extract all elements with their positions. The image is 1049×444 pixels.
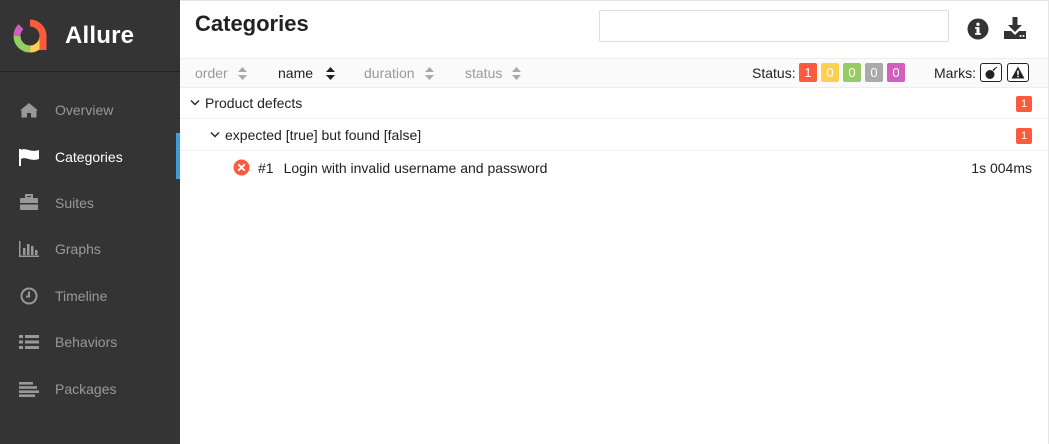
sidebar-nav: Overview Categories Suites Graphs Timeli… — [0, 87, 180, 412]
flag-icon — [17, 147, 41, 167]
test-case-name: Login with invalid username and password — [283, 159, 548, 176]
list-icon — [17, 332, 41, 352]
sort-by-name[interactable]: name — [278, 59, 336, 87]
sidebar-item-label: Packages — [55, 380, 117, 397]
sidebar: Allure Overview Categories Suites Graphs — [0, 0, 180, 444]
sidebar-item-label: Suites — [55, 194, 94, 211]
sort-arrows-icon — [237, 66, 247, 80]
test-case-number: #1 — [258, 159, 274, 176]
subcategory-label: expected [true] but found [false] — [225, 127, 422, 143]
failed-count-badge: 1 — [1016, 128, 1032, 144]
failed-count-badge: 1 — [1016, 96, 1032, 112]
status-skipped-badge[interactable]: 0 — [865, 63, 883, 82]
sort-by-order[interactable]: order — [195, 59, 247, 87]
sort-arrows-icon — [326, 66, 336, 80]
subcategory-row[interactable]: expected [true] but found [false] 1 — [180, 120, 1048, 151]
sidebar-item-label: Graphs — [55, 241, 101, 258]
sort-by-status[interactable]: status — [465, 59, 522, 87]
sidebar-item-categories[interactable]: Categories — [0, 133, 180, 180]
sort-toolbar: order name duration status Status: 1 0 0… — [180, 58, 1048, 88]
sidebar-item-timeline[interactable]: Timeline — [0, 273, 180, 319]
brand[interactable]: Allure — [0, 0, 180, 72]
sort-by-duration[interactable]: duration — [364, 59, 434, 87]
allure-logo-icon — [13, 19, 47, 52]
page-title: Categories — [195, 11, 309, 36]
flaky-bomb-icon[interactable] — [980, 63, 1002, 82]
sort-label: duration — [364, 65, 415, 81]
sort-arrows-icon — [512, 66, 522, 80]
sidebar-item-overview[interactable]: Overview — [0, 87, 180, 133]
chevron-down-icon — [210, 132, 220, 138]
sort-label: status — [465, 65, 503, 81]
search-input[interactable] — [599, 10, 949, 42]
sidebar-item-label: Behaviors — [55, 334, 118, 351]
marks-label: Marks: — [934, 65, 976, 81]
status-failed-badge[interactable]: 1 — [799, 63, 817, 82]
status-filter-label: Status: — [752, 65, 796, 81]
failed-status-icon — [233, 159, 250, 176]
warning-triangle-icon[interactable] — [1007, 63, 1029, 82]
sidebar-item-label: Timeline — [55, 287, 108, 304]
status-unknown-badge[interactable]: 0 — [887, 63, 905, 82]
bar-chart-icon — [17, 239, 41, 259]
category-row-product-defects[interactable]: Product defects 1 — [180, 88, 1048, 119]
sidebar-item-graphs[interactable]: Graphs — [0, 226, 180, 272]
sidebar-item-label: Categories — [55, 148, 123, 165]
align-left-icon — [17, 379, 41, 399]
main-panel: Categories order name duration status St… — [180, 0, 1049, 444]
brand-name: Allure — [65, 21, 135, 49]
download-icon[interactable] — [1003, 16, 1027, 40]
test-case-duration: 1s 004ms — [971, 159, 1032, 176]
sidebar-item-packages[interactable]: Packages — [0, 365, 180, 411]
test-case-row[interactable]: #1 Login with invalid username and passw… — [180, 152, 1048, 183]
briefcase-icon — [17, 193, 41, 213]
sidebar-item-label: Overview — [55, 102, 114, 119]
category-label: Product defects — [205, 95, 303, 111]
sidebar-item-behaviors[interactable]: Behaviors — [0, 319, 180, 365]
chevron-down-icon — [190, 100, 200, 106]
status-passed-badge[interactable]: 0 — [843, 63, 861, 82]
sidebar-item-suites[interactable]: Suites — [0, 180, 180, 226]
clock-icon — [17, 286, 41, 306]
info-icon[interactable] — [967, 18, 989, 40]
sort-label: order — [195, 65, 228, 81]
status-broken-badge[interactable]: 0 — [821, 63, 839, 82]
sort-arrows-icon — [424, 66, 434, 80]
home-icon — [17, 100, 41, 120]
sort-label: name — [278, 65, 314, 81]
